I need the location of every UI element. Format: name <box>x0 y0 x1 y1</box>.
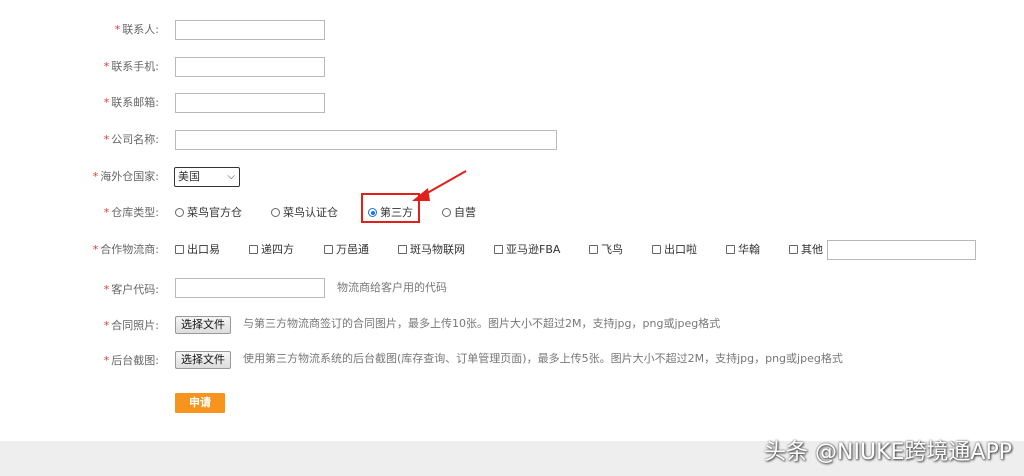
company-name-input[interactable] <box>175 130 557 150</box>
logistics-option-feiniao[interactable]: 飞鸟 <box>589 243 623 257</box>
checkbox-icon <box>249 245 258 254</box>
apply-submit-button[interactable]: 申请 <box>175 393 225 413</box>
warehouse-country-select[interactable]: 美国 ⌵ <box>174 167 240 187</box>
checkbox-icon <box>175 245 184 254</box>
checkbox-icon <box>652 245 661 254</box>
logistics-option-chukouyi[interactable]: 出口易 <box>175 243 220 257</box>
logistics-option-amazon-fba[interactable]: 亚马逊FBA <box>494 243 560 257</box>
contract-image-label: * 合同照片: <box>103 319 159 332</box>
warehouse-type-label: * 仓库类型: <box>103 206 159 219</box>
radio-icon <box>175 208 184 217</box>
warehouse-type-option-cainiao-certified[interactable]: 菜鸟认证仓 <box>271 206 338 220</box>
contact-phone-label: * 联系手机: <box>103 60 159 73</box>
contact-phone-input[interactable] <box>175 57 325 77</box>
chevron-down-icon: ⌵ <box>227 171 235 182</box>
customer-code-label: * 客户代码: <box>103 283 159 296</box>
backend-screenshot-hint: 使用第三方物流系统的后台截图(库存查询、订单管理页面)，最多上传5张。图片大小不… <box>243 352 843 365</box>
warehouse-country-value: 美国 <box>178 170 200 183</box>
logistics-option-banma[interactable]: 斑马物联网 <box>398 243 465 257</box>
contract-image-hint: 与第三方物流商签订的合同图片，最多上传10张。图片大小不超过2M，支持jpg，p… <box>243 317 721 330</box>
checkbox-icon <box>494 245 503 254</box>
logistics-option-huahan[interactable]: 华翰 <box>726 243 760 257</box>
logistics-option-wanyitong[interactable]: 万邑通 <box>324 243 369 257</box>
checkbox-icon <box>789 245 798 254</box>
checkbox-icon <box>589 245 598 254</box>
warehouse-country-label: * 海外仓国家: <box>92 170 159 183</box>
logistics-option-chukoula[interactable]: 出口啦 <box>652 243 697 257</box>
logistics-option-other[interactable]: 其他 <box>789 243 823 257</box>
logistics-option-disifang[interactable]: 递四方 <box>249 243 294 257</box>
logistics-other-input[interactable] <box>827 240 976 260</box>
contact-name-input[interactable] <box>175 20 325 40</box>
watermark-text: 头条 @NIUKE跨境通APP <box>764 440 1012 465</box>
radio-icon <box>271 208 280 217</box>
checkbox-icon <box>726 245 735 254</box>
contact-name-label: * 联系人: <box>114 23 159 36</box>
contact-email-label: * 联系邮箱: <box>103 96 159 109</box>
checkbox-icon <box>324 245 333 254</box>
checkbox-icon <box>398 245 407 254</box>
contract-image-choose-file-button[interactable]: 选择文件 <box>175 316 231 334</box>
contact-email-input[interactable] <box>175 93 325 113</box>
company-name-label: * 公司名称: <box>103 133 159 146</box>
customer-code-input[interactable] <box>175 278 325 298</box>
annotation-arrow-icon <box>412 170 467 201</box>
backend-screenshot-label: * 后台截图: <box>103 354 159 367</box>
warehouse-type-option-cainiao-official[interactable]: 菜鸟官方仓 <box>175 206 242 220</box>
customer-code-hint: 物流商给客户用的代码 <box>337 281 447 294</box>
logistics-partner-label: * 合作物流商: <box>92 243 159 256</box>
backend-screenshot-choose-file-button[interactable]: 选择文件 <box>175 351 231 369</box>
